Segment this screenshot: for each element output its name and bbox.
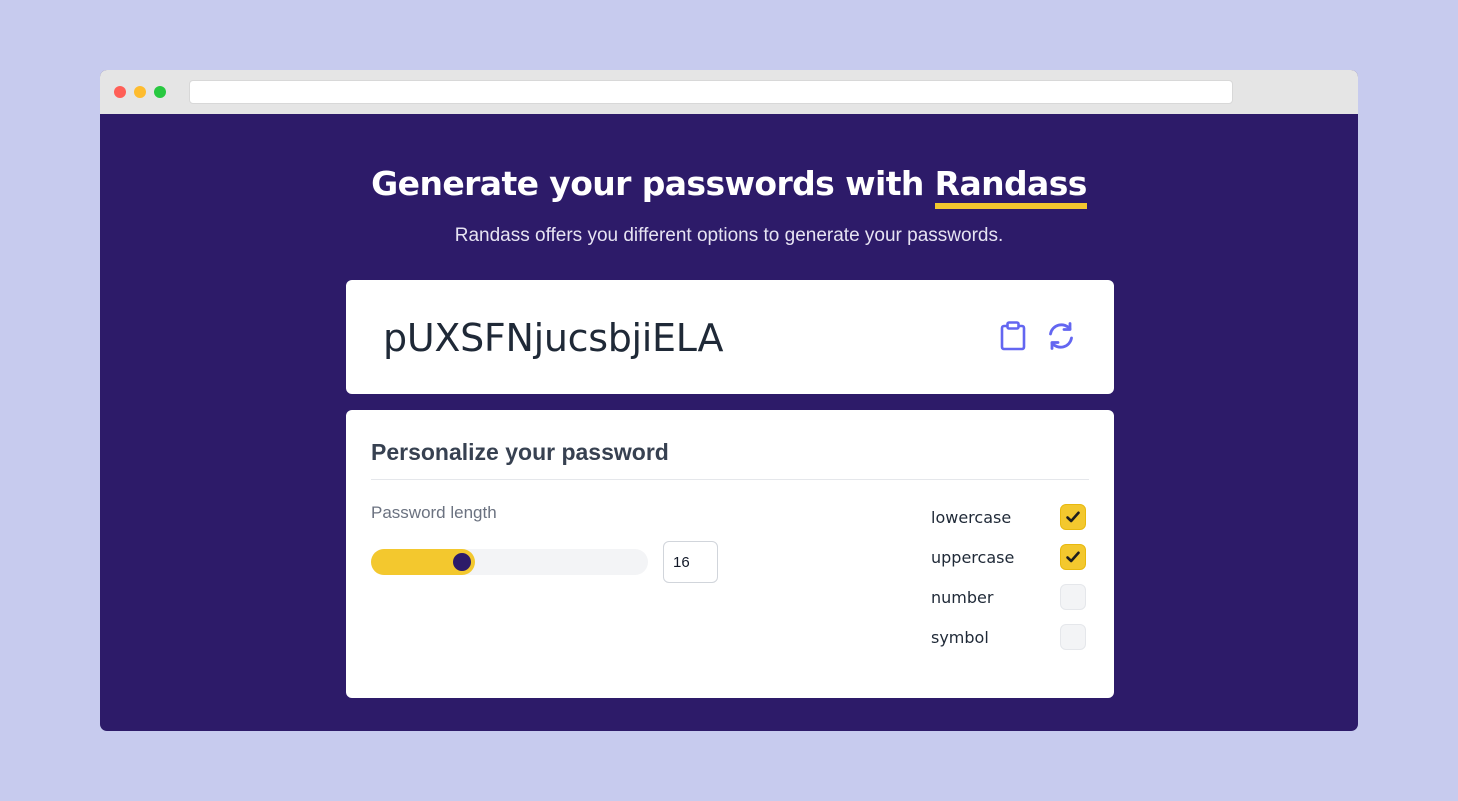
- option-symbol: symbol: [931, 624, 1091, 650]
- options-title: Personalize your password: [371, 439, 669, 465]
- options-card: Personalize your password Password lengt…: [346, 410, 1114, 698]
- checkmark-icon: [1066, 511, 1080, 523]
- divider: [371, 479, 1089, 480]
- page-subtitle: Randass offers you different options to …: [454, 225, 1004, 246]
- uppercase-checkbox[interactable]: [1060, 544, 1086, 570]
- password-length-label: Password length: [371, 503, 497, 522]
- number-checkbox[interactable]: [1060, 584, 1086, 610]
- close-window-button[interactable]: [114, 86, 126, 98]
- maximize-window-button[interactable]: [154, 86, 166, 98]
- browser-window: Generate your passwords with Randass Ran…: [100, 70, 1358, 731]
- option-number: number: [931, 584, 1091, 610]
- option-uppercase: uppercase: [931, 544, 1091, 570]
- brand-name: Randass: [934, 164, 1087, 209]
- regenerate-button[interactable]: [1046, 320, 1076, 352]
- page-title: Generate your passwords with Randass: [100, 164, 1358, 209]
- checkmark-icon: [1066, 551, 1080, 563]
- length-input[interactable]: [663, 541, 718, 583]
- symbol-checkbox[interactable]: [1060, 624, 1086, 650]
- browser-titlebar: [100, 70, 1358, 114]
- symbol-label: symbol: [931, 628, 989, 647]
- slider-thumb[interactable]: [451, 551, 473, 573]
- copy-button[interactable]: [998, 320, 1028, 352]
- uppercase-label: uppercase: [931, 548, 1015, 567]
- address-bar[interactable]: [189, 80, 1233, 104]
- generated-password: pUXSFNjucsbjiELA: [383, 316, 724, 360]
- clipboard-icon: [1000, 321, 1026, 351]
- title-prefix: Generate your passwords with: [371, 164, 935, 203]
- lowercase-checkbox[interactable]: [1060, 504, 1086, 530]
- refresh-icon: [1049, 322, 1073, 350]
- number-label: number: [931, 588, 994, 607]
- option-lowercase: lowercase: [931, 504, 1091, 530]
- lowercase-label: lowercase: [931, 508, 1012, 527]
- password-card: pUXSFNjucsbjiELA: [346, 280, 1114, 394]
- page-content: Generate your passwords with Randass Ran…: [100, 114, 1358, 731]
- minimize-window-button[interactable]: [134, 86, 146, 98]
- length-slider[interactable]: [371, 549, 648, 575]
